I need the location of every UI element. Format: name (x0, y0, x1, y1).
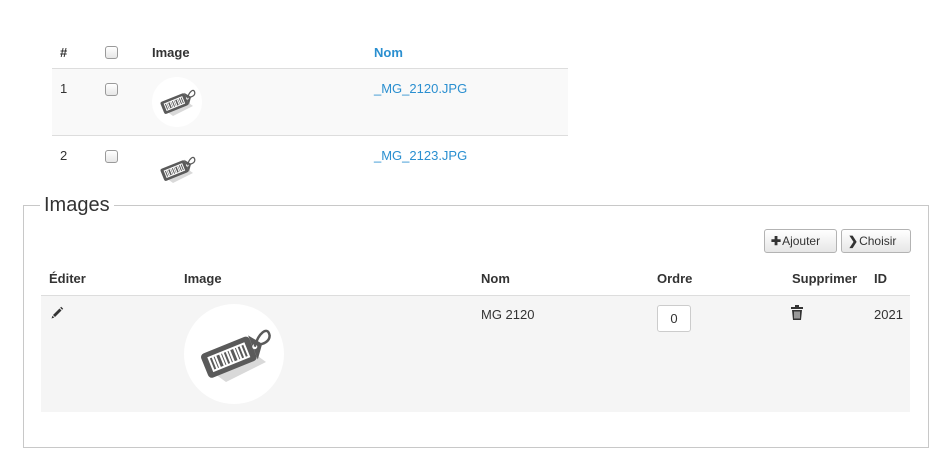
header-num: # (60, 45, 68, 60)
row-number: 2 (60, 148, 68, 163)
price-tag-icon (184, 304, 284, 404)
order-input[interactable] (657, 305, 691, 332)
add-button-label: Ajouter (782, 234, 821, 248)
image-name: MG 2120 (481, 307, 535, 322)
trash-icon[interactable] (791, 305, 803, 320)
header-nom-sort-link[interactable]: Nom (374, 45, 403, 60)
header-id: ID (874, 271, 887, 286)
header-edit: Éditer (49, 271, 86, 286)
row-number: 1 (60, 81, 68, 96)
file-name-link[interactable]: _MG_2123.JPG (374, 148, 467, 163)
images-legend: Images (40, 194, 114, 216)
images-table-header: Éditer Image Nom Ordre Supprimer ID (41, 264, 910, 296)
image-id: 2021 (874, 307, 903, 322)
table-row: 1 _MG_2120.JPG (52, 69, 568, 136)
add-button[interactable]: ✚ Ajouter (764, 229, 837, 253)
images-fieldset: Images ✚ Ajouter ❯ Choisir Éditer Image … (23, 194, 929, 448)
table-row: 2 _MG_2123.JPG (52, 136, 568, 186)
header-nom: Nom (481, 271, 510, 286)
row-checkbox[interactable] (105, 150, 118, 163)
select-all-checkbox[interactable] (105, 46, 118, 59)
choose-button[interactable]: ❯ Choisir (841, 229, 911, 253)
price-tag-icon (152, 77, 202, 127)
header-supprimer: Supprimer (792, 271, 858, 286)
plus-icon: ✚ (771, 234, 782, 248)
chevron-right-icon: ❯ (848, 234, 859, 248)
row-checkbox[interactable] (105, 83, 118, 96)
header-image: Image (152, 45, 190, 60)
pencil-icon[interactable] (50, 306, 64, 320)
choose-button-label: Choisir (859, 234, 897, 248)
file-name-link[interactable]: _MG_2120.JPG (374, 81, 467, 96)
header-image: Image (184, 271, 222, 286)
header-ordre: Ordre (657, 271, 693, 286)
file-table: # Image Nom 1 _MG_2120.JPG 2 _MG_2123.JP… (52, 36, 568, 186)
table-row: MG 2120 2021 (41, 296, 910, 412)
price-tag-icon (152, 144, 202, 186)
file-table-header: # Image Nom (52, 36, 568, 69)
